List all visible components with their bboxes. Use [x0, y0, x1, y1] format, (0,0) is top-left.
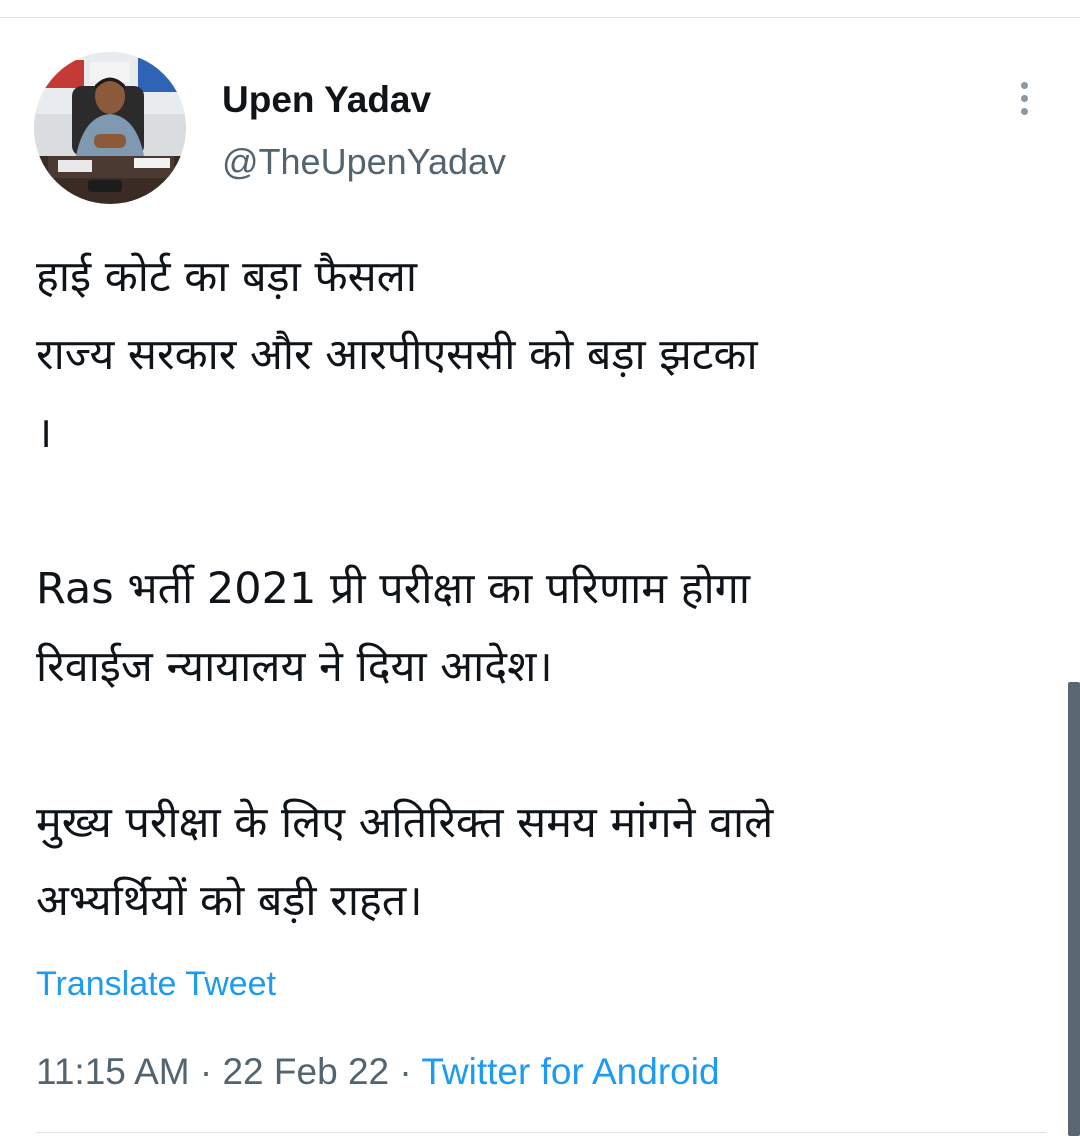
more-vertical-icon-dot-2: [1020, 94, 1028, 102]
tweet-text: हाई कोर्ट का बड़ा फैसला राज्य सरकार और आ…: [36, 238, 1046, 940]
more-vertical-icon: [1020, 81, 1028, 89]
tweet-date[interactable]: 22 Feb 22: [222, 1051, 389, 1092]
tweet-line: अभ्यर्थियों को बड़ी राहत।: [36, 876, 423, 926]
more-vertical-icon-dot-3: [1020, 107, 1028, 115]
tweet-line: हाई कोर्ट का बड़ा फैसला: [36, 252, 417, 302]
more-options-button[interactable]: [1008, 78, 1040, 118]
tweet-metadata: 11:15 AM · 22 Feb 22 · Twitter for Andro…: [36, 1048, 720, 1096]
avatar[interactable]: [34, 52, 186, 204]
tweet-line: मुख्य परीक्षा के लिए अतिरिक्त समय मांगने…: [36, 798, 774, 848]
display-name[interactable]: Upen Yadav: [222, 78, 431, 122]
tweet-line: ।: [36, 408, 53, 458]
tweet-line: Ras भर्ती 2021 प्री परीक्षा का परिणाम हो…: [36, 564, 750, 614]
bottom-divider: [36, 1132, 1046, 1133]
profile-photo-icon: [34, 52, 186, 204]
translate-tweet-link[interactable]: Translate Tweet: [36, 962, 276, 1006]
tweet-line: रिवाईज न्यायालय ने दिया आदेश।: [36, 642, 553, 692]
top-divider: [0, 17, 1080, 18]
tweet-source-link[interactable]: Twitter for Android: [421, 1051, 719, 1092]
tweet-line: राज्य सरकार और आरपीएससी को बड़ा झटका: [36, 330, 758, 380]
tweet-time[interactable]: 11:15 AM: [36, 1051, 190, 1092]
scrollbar[interactable]: [1068, 682, 1080, 1136]
user-handle[interactable]: @TheUpenYadav: [222, 140, 506, 184]
meta-separator: ·: [389, 1051, 422, 1092]
meta-separator: ·: [189, 1051, 223, 1092]
